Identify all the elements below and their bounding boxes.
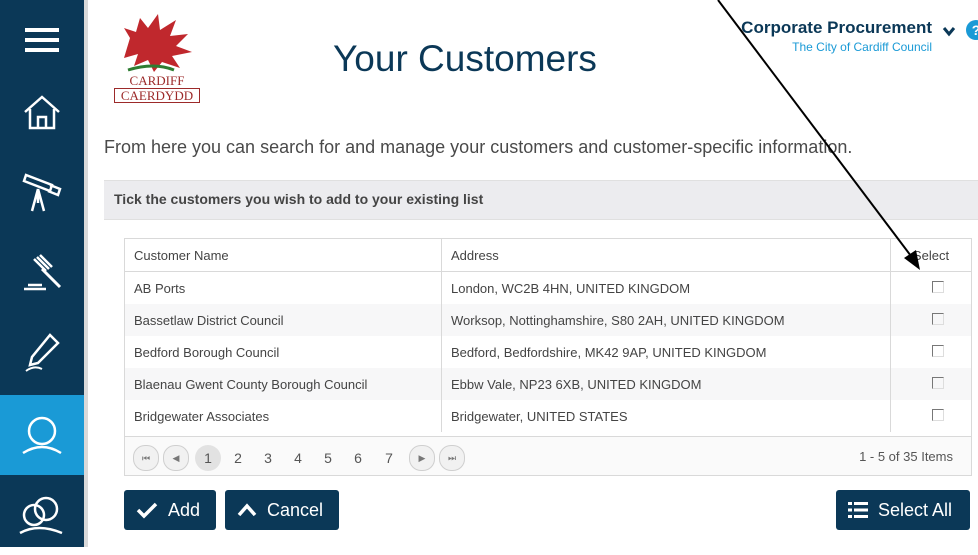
cell-customer-name: Blaenau Gwent County Borough Council bbox=[125, 368, 442, 400]
pager-page-3[interactable]: 3 bbox=[255, 445, 281, 471]
user-name[interactable]: Corporate Procurement bbox=[741, 18, 932, 38]
sidebar-item-home[interactable] bbox=[0, 72, 84, 152]
cell-address: Bedford, Bedfordshire, MK42 9AP, UNITED … bbox=[441, 336, 891, 368]
welsh-dragon-icon bbox=[124, 14, 192, 72]
cell-customer-name: Bedford Borough Council bbox=[125, 336, 442, 368]
help-icon[interactable]: ? bbox=[966, 20, 978, 40]
list-icon bbox=[848, 502, 868, 518]
sidebar-item-explore[interactable] bbox=[0, 152, 84, 232]
pager-page-6[interactable]: 6 bbox=[345, 445, 371, 471]
pager-page-7[interactable]: 7 bbox=[376, 445, 402, 471]
pager-first-button[interactable]: ⏮ bbox=[133, 445, 159, 471]
customer-icon bbox=[22, 416, 62, 455]
select-all-button[interactable]: Select All bbox=[836, 490, 970, 530]
pen-icon bbox=[25, 333, 60, 372]
cell-customer-name: Bridgewater Associates bbox=[125, 400, 442, 432]
pager-next-button[interactable]: ▶ bbox=[409, 445, 435, 471]
menu-icon bbox=[25, 28, 59, 52]
panel-header: Tick the customers you wish to add to yo… bbox=[104, 180, 978, 220]
user-organisation: The City of Cardiff Council bbox=[792, 40, 932, 54]
sidebar-item-customers[interactable] bbox=[0, 395, 84, 475]
pager-page-5[interactable]: 5 bbox=[315, 445, 341, 471]
cell-customer-name: AB Ports bbox=[125, 271, 442, 304]
cancel-button-label: Cancel bbox=[267, 499, 324, 520]
customer-grid: Customer Name Address Select AB Ports Lo… bbox=[124, 238, 972, 476]
column-header-address[interactable]: Address bbox=[441, 239, 891, 272]
column-header-customer-name[interactable]: Customer Name bbox=[125, 239, 442, 272]
logo-text-welsh: CAERDYDD bbox=[114, 88, 200, 103]
add-button-label: Add bbox=[168, 499, 201, 520]
cell-address: London, WC2B 4HN, UNITED KINGDOM bbox=[441, 271, 891, 304]
sidebar bbox=[0, 0, 88, 547]
select-all-button-label: Select All bbox=[878, 499, 953, 520]
table-row: Bassetlaw District Council Worksop, Nott… bbox=[125, 304, 971, 336]
select-checkbox[interactable] bbox=[932, 408, 944, 421]
home-icon bbox=[24, 95, 60, 130]
panel-heading: Tick the customers you wish to add to yo… bbox=[114, 191, 484, 207]
pager-prev-button[interactable]: ◀ bbox=[163, 445, 189, 471]
table-row: AB Ports London, WC2B 4HN, UNITED KINGDO… bbox=[125, 271, 971, 304]
select-checkbox[interactable] bbox=[932, 344, 944, 357]
sidebar-menu-button[interactable] bbox=[0, 0, 84, 80]
checkmark-icon bbox=[136, 502, 158, 519]
sidebar-item-auctions[interactable] bbox=[0, 232, 84, 312]
telescope-icon bbox=[22, 173, 62, 212]
gavel-icon bbox=[24, 254, 62, 291]
sidebar-edge bbox=[84, 0, 88, 547]
chevron-up-icon bbox=[237, 503, 257, 517]
table-row: Bedford Borough Council Bedford, Bedford… bbox=[125, 336, 971, 368]
pager-page-4[interactable]: 4 bbox=[285, 445, 311, 471]
select-checkbox[interactable] bbox=[932, 312, 944, 325]
add-button[interactable]: Add bbox=[124, 490, 216, 530]
pager-page-1[interactable]: 1 bbox=[195, 445, 221, 471]
customers-group-icon bbox=[19, 496, 63, 535]
intro-text: From here you can search for and manage … bbox=[104, 137, 853, 157]
select-checkbox[interactable] bbox=[932, 376, 944, 389]
cell-address: Worksop, Nottinghamshire, S80 2AH, UNITE… bbox=[441, 304, 891, 336]
cell-address: Ebbw Vale, NP23 6XB, UNITED KINGDOM bbox=[441, 368, 891, 400]
page-title: Your Customers bbox=[333, 38, 597, 79]
logo-text-english: CARDIFF bbox=[129, 73, 185, 88]
pager-page-2[interactable]: 2 bbox=[225, 445, 251, 471]
table-row: Blaenau Gwent County Borough Council Ebb… bbox=[125, 368, 971, 400]
column-header-select: Select bbox=[890, 239, 971, 272]
pager-last-button[interactable]: ⏭ bbox=[439, 445, 465, 471]
chevron-down-icon[interactable] bbox=[942, 24, 956, 38]
pager-info: 1 - 5 of 35 Items bbox=[859, 449, 953, 464]
cancel-button[interactable]: Cancel bbox=[225, 490, 339, 530]
sidebar-item-edit[interactable] bbox=[0, 312, 84, 392]
cell-address: Bridgewater, UNITED STATES bbox=[441, 400, 891, 432]
pager: ⏮ ◀ 1 2 3 4 5 6 7 ▶ ⏭ 1 - 5 of 35 Items bbox=[125, 436, 971, 475]
select-checkbox[interactable] bbox=[932, 280, 944, 293]
table-row: Bridgewater Associates Bridgewater, UNIT… bbox=[125, 400, 971, 432]
sidebar-item-customer-groups[interactable] bbox=[0, 475, 84, 555]
cardiff-logo: CARDIFF CAERDYDD bbox=[114, 8, 200, 108]
cell-customer-name: Bassetlaw District Council bbox=[125, 304, 442, 336]
